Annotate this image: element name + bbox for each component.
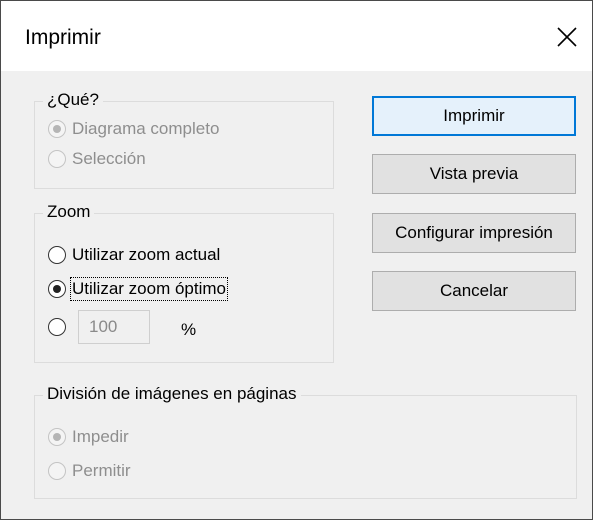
radio-selection[interactable]: Selección (48, 146, 146, 172)
title-bar: Imprimir (1, 1, 592, 71)
radio-full-diagram-label: Diagrama completo (72, 119, 220, 138)
preview-button-label: Vista previa (429, 164, 519, 183)
zoom-group-legend: Zoom (43, 201, 95, 223)
preview-button[interactable]: Vista previa (372, 154, 576, 194)
radio-allow-label: Permitir (72, 461, 131, 480)
radio-full-diagram[interactable]: Diagrama completo (48, 116, 219, 142)
zoom-unit-label: % (181, 320, 197, 339)
radio-indicator (48, 120, 66, 138)
zoom-group: Zoom Utilizar zoom actual Utilizar zoom … (34, 201, 334, 363)
radio-prevent[interactable]: Impedir (48, 424, 129, 450)
radio-custom-zoom[interactable] (48, 310, 150, 344)
radio-current-zoom-label: Utilizar zoom actual (72, 245, 221, 264)
radio-allow[interactable]: Permitir (48, 458, 131, 484)
page-setup-button-label: Configurar impresión (395, 223, 553, 242)
zoom-value-input[interactable] (78, 310, 150, 344)
radio-indicator (48, 280, 66, 298)
radio-indicator (48, 246, 66, 264)
cancel-button-label: Cancelar (439, 281, 509, 300)
radio-indicator (48, 428, 66, 446)
radio-selection-label: Selección (72, 149, 146, 168)
dialog-title: Imprimir (25, 26, 101, 49)
radio-optimal-zoom[interactable]: Utilizar zoom óptimo (48, 276, 228, 302)
page-division-legend: División de imágenes en páginas (43, 383, 301, 405)
print-button-label: Imprimir (443, 106, 505, 125)
what-group: ¿Qué? Diagrama completo Selección (34, 89, 334, 189)
close-icon (557, 27, 577, 47)
what-group-legend: ¿Qué? (43, 89, 103, 111)
close-button[interactable] (549, 19, 585, 55)
print-button[interactable]: Imprimir (372, 96, 576, 136)
page-setup-button[interactable]: Configurar impresión (372, 213, 576, 253)
radio-indicator (48, 150, 66, 168)
radio-indicator (48, 462, 66, 480)
radio-prevent-label: Impedir (72, 427, 129, 446)
radio-optimal-zoom-label: Utilizar zoom óptimo (70, 277, 228, 301)
radio-current-zoom[interactable]: Utilizar zoom actual (48, 242, 220, 268)
cancel-button[interactable]: Cancelar (372, 271, 576, 311)
radio-indicator (48, 318, 66, 336)
print-dialog: Imprimir ¿Qué? Diagrama completo Selecci… (0, 0, 593, 520)
page-division-group: División de imágenes en páginas Impedir … (34, 383, 577, 499)
